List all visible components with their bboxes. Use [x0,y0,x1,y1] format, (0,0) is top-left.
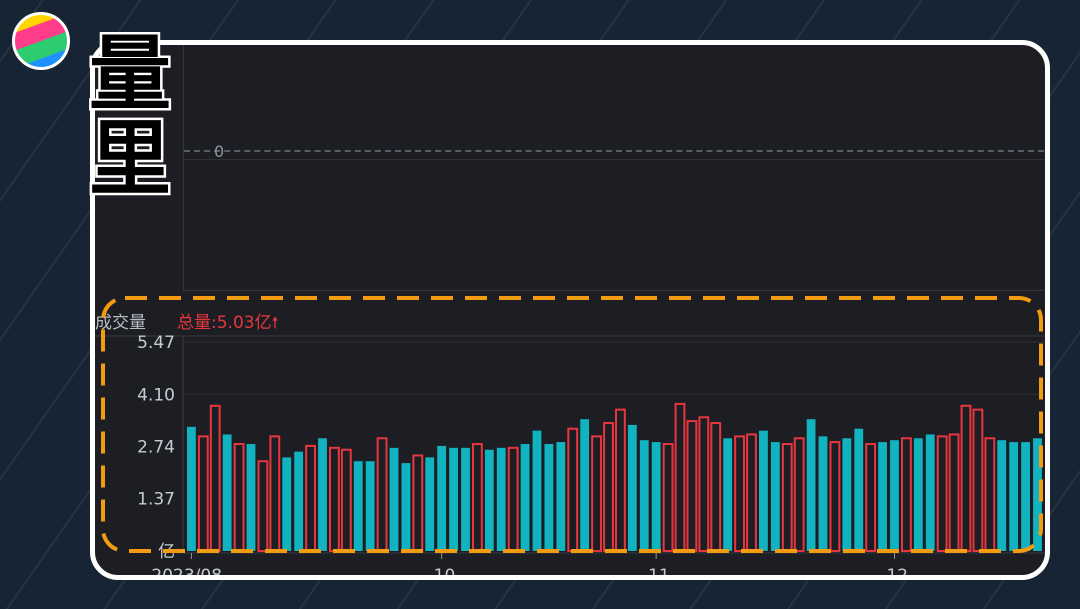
volume-bar [746,433,757,553]
volume-y-tick-label: 5.47 [137,333,175,353]
volume-bar [972,408,984,552]
volume-bar [913,438,923,551]
price-panel: 0 [183,45,1044,291]
volume-bar [734,435,745,552]
volume-bar [603,422,614,552]
volume-bar [318,438,327,551]
volume-bar [233,443,245,552]
volume-y-tick-label: 1.37 [137,490,175,510]
volume-bar [901,437,912,552]
volume-bar [878,442,887,551]
volume-bar [793,437,805,552]
volume-bar [401,463,411,551]
volume-bar [246,444,256,551]
volume-bar [698,416,710,552]
volume-bar [449,447,458,551]
volume-bar [329,446,340,552]
volume-bar [842,438,852,551]
volume-bar [818,436,828,551]
volume-bar [829,441,841,552]
volume-x-tick-label: 12 [886,566,908,580]
volume-bar [1033,438,1042,551]
volume-bar [532,430,542,551]
volume-bar [353,461,363,551]
volume-bar [591,435,602,552]
volume-x-tick-label: 11 [648,566,670,580]
volume-bar [615,408,626,552]
volume-bar [305,444,316,553]
volume-y-tick-label: 亿 [158,542,175,562]
zero-dashed-line [184,150,1044,152]
volume-bar [651,442,661,551]
volume-bar [781,443,793,552]
volume-bar [437,445,447,551]
volume-bar [209,404,221,552]
volume-bar [627,424,637,551]
volume-bar [806,419,816,551]
volume-bar [1021,442,1030,551]
volume-bar [925,434,935,551]
volume-bar [890,440,899,551]
volume-bar [759,430,768,551]
volume-bar [282,457,292,551]
volume-bar [567,427,579,552]
price-panel-baseline [184,159,1044,160]
volume-bar [484,449,494,551]
volume-bar [723,438,733,551]
volume-bar [294,451,304,551]
volume-bar [948,433,960,553]
volume-bar [936,435,948,552]
title-char-1: 量 [89,27,171,122]
volume-bar [770,442,780,551]
volume-bar [960,404,972,552]
volume-bar [544,444,554,551]
volume-bar [997,440,1007,551]
volume-y-tick-label: 2.74 [137,437,175,457]
volume-bar [461,447,470,551]
volume-bar [865,443,877,552]
volume-bar [340,448,352,552]
volume-bar [507,446,519,552]
volume-bar [854,428,864,551]
volume-bar [197,435,209,552]
volume-bar [520,444,530,551]
volume-bar [257,460,269,552]
volume-bar [269,435,281,552]
volume-x-tick-label: 10 [434,566,456,580]
volume-bar [222,434,232,551]
volume-bar [472,443,483,552]
volume-bar [425,457,435,551]
volume-bar [412,454,424,552]
volume-bar [580,419,590,551]
title-char-2: 里 [89,112,171,197]
volume-bar [389,447,399,551]
title-overlay: 量 里 [86,25,173,198]
volume-bar [984,437,996,552]
volume-bar [1009,442,1019,551]
volume-bar [187,426,196,551]
volume-bar [686,420,698,552]
volume-bar [365,461,375,551]
volume-chart: 5.47 4.10 2.74 1.37 亿 2023/08 10 11 12 [95,333,1045,580]
volume-bar [710,422,722,552]
volume-bar [376,437,388,552]
volume-bar [662,443,674,552]
volume-bar [496,447,506,551]
volume-bar [639,440,649,551]
volume-x-tick-label: 2023/08 [151,566,222,580]
chart-window: 0 成交量 总量:5.03亿🠕 5.47 4.10 2.74 1.37 亿 2023/08… [90,40,1050,580]
volume-bar [556,442,566,551]
volume-bar [674,402,686,552]
volume-y-tick-label: 4.10 [137,385,175,405]
